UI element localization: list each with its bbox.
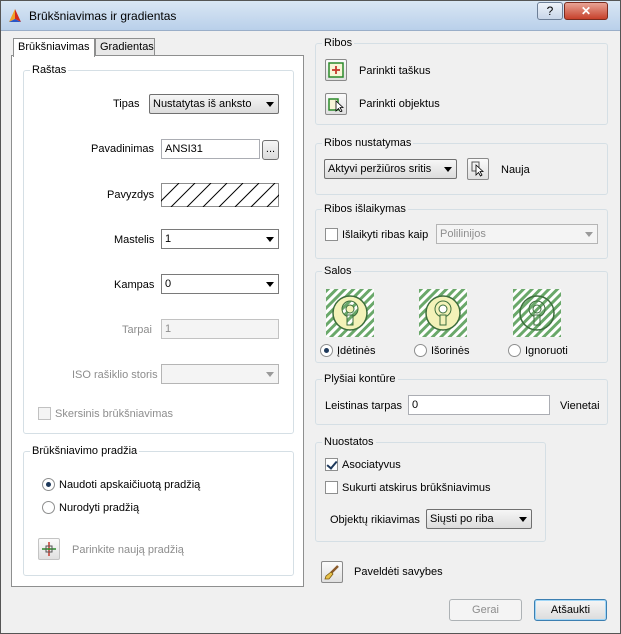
- chevron-down-icon: [585, 232, 593, 237]
- crosshair-icon: [42, 542, 56, 556]
- options-legend: Nuostatos: [324, 436, 374, 448]
- cancel-button[interactable]: Atšaukti: [534, 599, 607, 621]
- hatch-origin-legend: Brūkšniavimo pradžia: [32, 445, 138, 457]
- swatch-label: Pavyzdys: [107, 189, 155, 201]
- select-objects-icon: [328, 98, 344, 112]
- boundaries-legend: Ribos: [324, 37, 353, 49]
- object-type-dropdown[interactable]: Polilinijos: [436, 224, 598, 244]
- island-outer-label: Išorinės: [431, 345, 470, 357]
- boundary-set-legend: Ribos nustatymas: [324, 137, 412, 149]
- scale-dropdown[interactable]: 1: [161, 229, 279, 249]
- draw-order-dropdown[interactable]: Siųsti po riba: [426, 509, 532, 529]
- pick-points-button[interactable]: [325, 59, 347, 81]
- double-hatch-checkbox[interactable]: [38, 407, 51, 420]
- draw-order-label: Objektų rikiavimas: [330, 514, 420, 526]
- gap-tolerance-legend: Plyšiai kontūre: [324, 373, 396, 385]
- angle-label: Kampas: [114, 279, 155, 291]
- island-ignore-label: Ignoruoti: [525, 345, 568, 357]
- associative-label: Asociatyvus: [342, 459, 401, 471]
- retain-boundaries-label: Išlaikyti ribas kaip: [342, 229, 429, 241]
- tab-hatch[interactable]: Brūkšniavimas: [13, 38, 95, 57]
- type-value: Nustatytas iš anksto: [153, 98, 252, 110]
- iso-pen-dropdown[interactable]: [161, 364, 279, 384]
- pick-origin-label: Parinkite naują pradžią: [72, 544, 184, 556]
- angle-value: 0: [165, 278, 172, 290]
- draw-order-value: Siųsti po riba: [430, 513, 494, 525]
- gap-tolerance-label: Leistinas tarpas: [325, 400, 403, 412]
- new-boundary-set-label: Nauja: [501, 164, 530, 176]
- chevron-down-icon: [266, 237, 274, 242]
- hatch-gradient-dialog: Brūkšniavimas ir gradientas ? ✕ Brūkšnia…: [0, 0, 621, 634]
- island-normal-icon[interactable]: [326, 289, 374, 337]
- type-label: Tipas: [113, 98, 140, 110]
- boundary-set-value: Aktyvi peržiūros sritis: [328, 163, 432, 175]
- spacing-field[interactable]: 1: [161, 319, 279, 339]
- object-type-value: Polilinijos: [440, 228, 486, 240]
- chevron-down-icon: [519, 517, 527, 522]
- specify-origin-label: Nurodyti pradžią: [59, 502, 140, 514]
- boundaries-group: Ribos: [315, 37, 608, 125]
- island-ignore-radio[interactable]: [508, 344, 521, 357]
- pick-objects-label[interactable]: Parinkti objektus: [359, 98, 440, 110]
- islands-legend: Salos: [324, 265, 352, 277]
- pick-origin-button[interactable]: [38, 538, 60, 560]
- help-button[interactable]: ?: [537, 2, 563, 20]
- chevron-down-icon: [266, 102, 274, 107]
- gap-tolerance-field[interactable]: 0: [408, 395, 550, 415]
- island-ignore-icon[interactable]: [513, 289, 561, 337]
- pick-points-label[interactable]: Parinkti taškus: [359, 65, 431, 77]
- double-hatch-label: Skersinis brūkšniavimas: [55, 408, 173, 420]
- new-boundary-set-button[interactable]: [467, 158, 489, 180]
- title-bar[interactable]: Brūkšniavimas ir gradientas ? ✕: [1, 1, 620, 31]
- name-label: Pavadinimas: [91, 143, 154, 155]
- retain-boundaries-checkbox[interactable]: [325, 228, 338, 241]
- associative-checkbox[interactable]: [325, 458, 338, 471]
- chevron-down-icon: [444, 167, 452, 172]
- window-title: Brūkšniavimas ir gradientas: [29, 9, 177, 23]
- app-logo-icon: [9, 9, 21, 22]
- gap-units-label: Vienetai: [560, 400, 600, 412]
- add-points-icon: [328, 62, 344, 78]
- spacing-label: Tarpai: [122, 324, 152, 336]
- inherit-properties-label: Paveldėti savybes: [354, 566, 443, 578]
- separate-hatches-label: Sukurti atskirus brūkšniavimus: [342, 482, 491, 494]
- separate-hatches-checkbox[interactable]: [325, 481, 338, 494]
- paintbrush-icon: [324, 565, 339, 580]
- ok-button[interactable]: Gerai: [449, 599, 522, 621]
- use-current-origin-label: Naudoti apskaičiuotą pradžią: [59, 479, 201, 491]
- pick-objects-button[interactable]: [325, 93, 347, 115]
- chevron-down-icon: [266, 372, 274, 377]
- pattern-swatch[interactable]: [161, 183, 279, 207]
- scale-label: Mastelis: [114, 234, 155, 246]
- use-current-origin-radio[interactable]: [42, 478, 55, 491]
- island-outer-icon[interactable]: [419, 289, 467, 337]
- cursor-select-icon: [471, 161, 485, 177]
- browse-pattern-button[interactable]: ...: [262, 140, 279, 160]
- chevron-down-icon: [266, 282, 274, 287]
- pattern-name-field[interactable]: ANSI31: [161, 139, 260, 159]
- inherit-properties-button[interactable]: [321, 561, 343, 583]
- angle-dropdown[interactable]: 0: [161, 274, 279, 294]
- type-dropdown[interactable]: Nustatytas iš anksto: [149, 94, 279, 114]
- iso-pen-label: ISO rašiklio storis: [72, 369, 158, 381]
- boundary-retention-legend: Ribos išlaikymas: [324, 203, 406, 215]
- pattern-group-legend: Raštas: [32, 64, 67, 76]
- island-outer-radio[interactable]: [414, 344, 427, 357]
- tab-gradient[interactable]: Gradientas: [95, 38, 155, 56]
- specify-origin-radio[interactable]: [42, 501, 55, 514]
- island-normal-label: Įdėtinės: [337, 345, 376, 357]
- boundary-set-dropdown[interactable]: Aktyvi peržiūros sritis: [324, 159, 457, 179]
- close-button[interactable]: ✕: [564, 2, 608, 20]
- island-normal-radio[interactable]: [320, 344, 333, 357]
- scale-value: 1: [165, 233, 172, 245]
